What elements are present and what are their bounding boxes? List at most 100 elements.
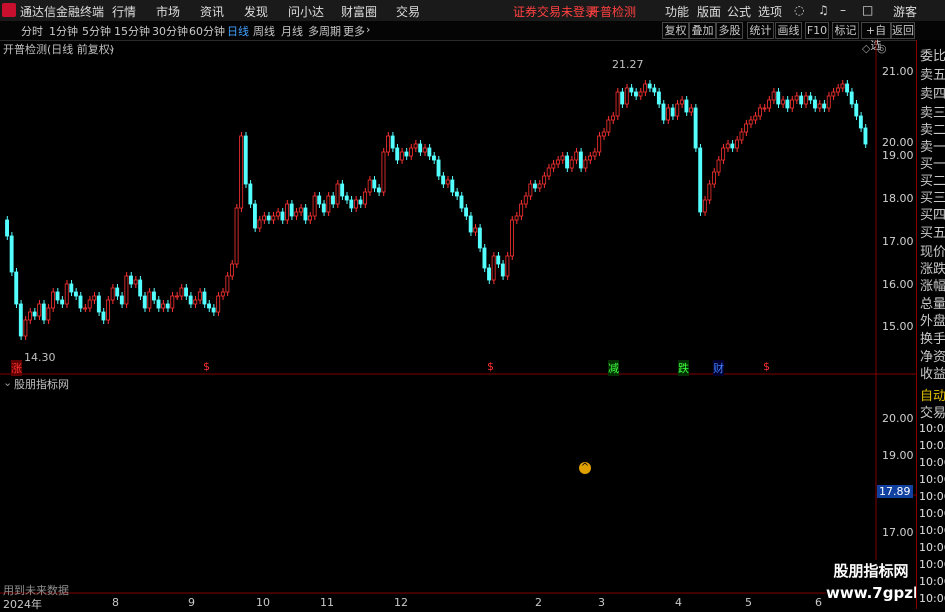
sub-chart-title[interactable]: 股朋指标网 (14, 376, 69, 392)
date-label: 8 (112, 596, 119, 609)
menu-discover[interactable]: 发现 (244, 3, 268, 20)
candle-body (629, 87, 634, 93)
chat-icon[interactable]: ◌ (794, 3, 804, 17)
candle-body (721, 147, 726, 161)
trade-time: 10:06 (919, 541, 945, 554)
draw-button[interactable]: 画线 (775, 22, 802, 39)
event-marker-down[interactable]: 跌 (678, 360, 689, 376)
period-daily[interactable]: 日线 (227, 23, 249, 39)
candle-body (115, 287, 120, 297)
candle-body (712, 171, 716, 185)
stats-button[interactable]: 统计 (747, 22, 774, 39)
period-multi[interactable]: 多周期 (308, 23, 341, 39)
candle-body (487, 267, 491, 281)
candle-body (312, 195, 317, 217)
menu-trade[interactable]: 交易 (396, 3, 420, 20)
candle-body (611, 115, 615, 121)
candle-body (514, 215, 519, 221)
event-marker-dollar[interactable]: $ (487, 360, 494, 373)
event-marker-dollar[interactable]: $ (763, 360, 770, 373)
bell-icon[interactable]: ♫ (818, 3, 829, 17)
candle-body (23, 319, 28, 337)
quote-label: 买四 (920, 208, 945, 223)
menu-layout[interactable]: 版面 (697, 3, 721, 20)
settings-icon[interactable]: ◎ (877, 42, 887, 55)
mark-button[interactable]: 标记 (832, 22, 859, 39)
min-price-label: 14.30 (24, 351, 56, 364)
candle-body (432, 155, 436, 161)
candle-body (794, 95, 799, 101)
period-weekly[interactable]: 周线 (253, 23, 275, 39)
candle-body (734, 139, 739, 149)
candle-body (156, 299, 161, 309)
adjust-button[interactable]: 复权 (662, 22, 689, 39)
quote-label: 收益 (920, 367, 945, 382)
minimize-icon[interactable]: – (840, 3, 846, 17)
period-30min[interactable]: 30分钟 (152, 23, 188, 39)
period-more[interactable]: 更多 (343, 23, 365, 39)
period-5min[interactable]: 5分钟 (82, 23, 111, 39)
date-label: 9 (188, 596, 195, 609)
chart-canvas[interactable] (0, 40, 916, 609)
event-marker-reduce[interactable]: 减 (608, 360, 619, 376)
candle-body (762, 107, 767, 110)
candle-body (597, 135, 602, 153)
candle-body (776, 91, 781, 105)
candle-body (753, 115, 758, 121)
period-tick[interactable]: 分时 (21, 23, 43, 39)
candle-body (87, 299, 92, 309)
candle-body (69, 283, 74, 293)
event-marker-finance[interactable]: 财 (713, 360, 724, 376)
candle-body (326, 195, 331, 213)
candle-body (73, 291, 78, 297)
candle-body (780, 99, 785, 105)
period-15min[interactable]: 15分钟 (114, 23, 150, 39)
login-warning[interactable]: 证券交易未登录 (513, 3, 597, 20)
candle-body (413, 143, 418, 149)
tab-trades[interactable]: 交易 (920, 402, 945, 421)
period-1min[interactable]: 1分钟 (49, 23, 78, 39)
multi-stock-button[interactable]: 多股 (716, 22, 743, 39)
maximize-icon[interactable]: □ (862, 3, 873, 17)
candle-body (858, 115, 863, 129)
chevron-down-icon[interactable]: ⌄ (3, 376, 12, 389)
menu-quotes[interactable]: 行情 (112, 3, 136, 20)
candle-body (849, 91, 854, 105)
menu-function[interactable]: 功能 (665, 3, 689, 20)
candle-body (353, 199, 358, 209)
period-monthly[interactable]: 月线 (281, 23, 303, 39)
f10-button[interactable]: F10 (805, 22, 829, 39)
diamond-icon[interactable]: ◇ (862, 42, 870, 55)
overlay-button[interactable]: 叠加 (689, 22, 716, 39)
trade-time: 10:06 (919, 592, 945, 605)
visitor-label[interactable]: 游客 (893, 3, 917, 20)
chevron-right-icon[interactable]: › (366, 23, 370, 36)
event-marker-dollar[interactable]: $ (203, 360, 210, 373)
add-watchlist-button[interactable]: +自选 (861, 22, 891, 52)
up-arrow-icon[interactable]: ^ (579, 462, 591, 474)
candle-body (647, 83, 652, 89)
menu-assistant[interactable]: 问小达 (288, 3, 324, 20)
candle-body (808, 95, 813, 101)
menu-wealth-circle[interactable]: 财富圈 (341, 3, 377, 20)
candle-body (835, 87, 840, 93)
candle-body (344, 195, 349, 201)
main-chart-title[interactable]: 开普检测(日线 前复权) (3, 41, 114, 57)
menu-options[interactable]: 选项 (758, 3, 782, 20)
candle-body (565, 155, 570, 169)
candle-body (546, 167, 551, 177)
menu-market[interactable]: 市场 (156, 3, 180, 20)
candlestick-series (5, 80, 868, 340)
menu-news[interactable]: 资讯 (200, 3, 224, 20)
price-tick: 17.00 (882, 235, 914, 248)
current-value-badge: 17.89 (877, 485, 913, 498)
candle-body (96, 295, 101, 313)
candle-body (473, 227, 478, 233)
back-button[interactable]: 返回 (891, 22, 915, 39)
period-60min[interactable]: 60分钟 (189, 23, 225, 39)
menu-formula[interactable]: 公式 (727, 3, 751, 20)
candle-body (523, 195, 528, 205)
chevron-down-icon[interactable]: ⌄ (107, 41, 116, 54)
event-marker-up[interactable]: 涨 (11, 360, 22, 376)
candle-body (583, 159, 588, 169)
